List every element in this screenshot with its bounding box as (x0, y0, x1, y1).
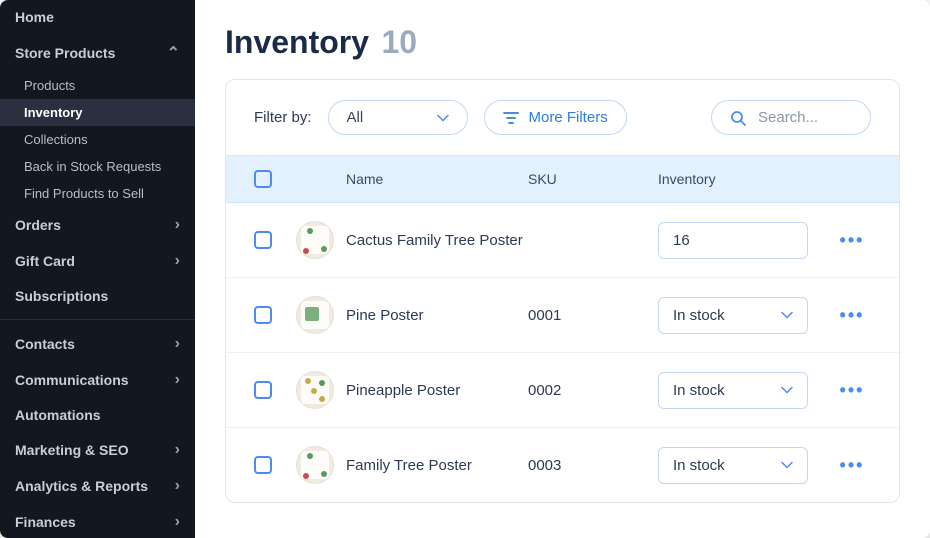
inventory-value: 16 (673, 232, 690, 249)
table-row: Cactus Family Tree Poster 16 ••• (226, 203, 899, 278)
chevron-down-icon (437, 114, 449, 122)
nav-automations[interactable]: Automations (0, 398, 195, 432)
row-actions-button[interactable]: ••• (833, 305, 871, 326)
nav-sub-back-in-stock[interactable]: Back in Stock Requests (0, 153, 195, 180)
inventory-value: In stock (673, 457, 725, 474)
search-field[interactable] (711, 100, 871, 135)
search-input[interactable] (758, 109, 852, 126)
row-actions-button[interactable]: ••• (833, 455, 871, 476)
chevron-right-icon: › (175, 513, 180, 531)
chevron-down-icon (781, 386, 793, 394)
more-filters-label: More Filters (529, 109, 608, 126)
nav-label: Gift Card (15, 253, 75, 269)
nav-label: Marketing & SEO (15, 442, 129, 458)
divider (0, 319, 195, 320)
inventory-select[interactable]: In stock (658, 372, 808, 409)
chevron-right-icon: › (175, 441, 180, 459)
product-sku: 0002 (528, 382, 658, 399)
nav-label: Analytics & Reports (15, 478, 148, 494)
product-sku: 0003 (528, 457, 658, 474)
chevron-right-icon: › (175, 371, 180, 389)
inventory-value: In stock (673, 382, 725, 399)
nav-analytics-reports[interactable]: Analytics & Reports › (0, 468, 195, 504)
nav-label: Store Products (15, 45, 115, 61)
nav-marketing-seo[interactable]: Marketing & SEO › (0, 432, 195, 468)
row-checkbox[interactable] (254, 456, 272, 474)
nav-label: Home (15, 9, 54, 25)
chevron-down-icon (781, 311, 793, 319)
inventory-input[interactable]: 16 (658, 222, 808, 259)
nav-sub-products[interactable]: Products (0, 72, 195, 99)
select-all-checkbox[interactable] (254, 170, 272, 188)
nav-label: Orders (15, 217, 61, 233)
inventory-select[interactable]: In stock (658, 297, 808, 334)
search-icon (730, 110, 746, 126)
product-thumbnail (296, 221, 334, 259)
chevron-right-icon: › (175, 216, 180, 234)
row-checkbox[interactable] (254, 306, 272, 324)
inventory-select[interactable]: In stock (658, 447, 808, 484)
filter-bar: Filter by: All More Filters (226, 80, 899, 155)
chevron-right-icon: › (175, 477, 180, 495)
table-row: Pineapple Poster 0002 In stock ••• (226, 353, 899, 428)
nav-sub-collections[interactable]: Collections (0, 126, 195, 153)
product-thumbnail (296, 296, 334, 334)
product-thumbnail (296, 446, 334, 484)
nav-contacts[interactable]: Contacts › (0, 326, 195, 362)
nav-subscriptions[interactable]: Subscriptions (0, 279, 195, 313)
nav-label: Finances (15, 514, 76, 530)
row-actions-button[interactable]: ••• (833, 230, 871, 251)
nav-sub-inventory[interactable]: Inventory (0, 99, 195, 126)
filter-select-value: All (347, 109, 364, 126)
product-name: Pineapple Poster (346, 382, 528, 399)
product-name: Family Tree Poster (346, 457, 528, 474)
table-row: Pine Poster 0001 In stock ••• (226, 278, 899, 353)
page-count: 10 (381, 24, 417, 60)
nav-sub-find-products[interactable]: Find Products to Sell (0, 180, 195, 207)
table-header: Name SKU Inventory (226, 155, 899, 203)
filter-icon (503, 111, 519, 125)
nav-home[interactable]: Home (0, 0, 195, 34)
row-actions-button[interactable]: ••• (833, 380, 871, 401)
nav-store-products[interactable]: Store Products ⌃ (0, 34, 195, 72)
inventory-value: In stock (673, 307, 725, 324)
filter-select[interactable]: All (328, 100, 468, 135)
col-header-sku: SKU (528, 171, 658, 187)
page-header: Inventory 10 (195, 0, 930, 79)
nav-communications[interactable]: Communications › (0, 362, 195, 398)
page-title: Inventory (225, 24, 369, 60)
nav-label: Subscriptions (15, 288, 108, 304)
product-name: Cactus Family Tree Poster (346, 232, 528, 249)
col-header-inventory: Inventory (658, 171, 833, 187)
nav-gift-card[interactable]: Gift Card › (0, 243, 195, 279)
chevron-up-icon: ⌃ (167, 43, 180, 63)
app-shell: Home Store Products ⌃ Products Inventory … (0, 0, 930, 538)
col-header-name: Name (346, 171, 528, 187)
nav-finances[interactable]: Finances › (0, 504, 195, 538)
nav-label: Contacts (15, 336, 75, 352)
chevron-down-icon (781, 461, 793, 469)
more-filters-button[interactable]: More Filters (484, 100, 627, 135)
main-content: Inventory 10 Filter by: All More Filters (195, 0, 930, 538)
chevron-right-icon: › (175, 335, 180, 353)
nav-orders[interactable]: Orders › (0, 207, 195, 243)
nav-label: Automations (15, 407, 101, 423)
inventory-panel: Filter by: All More Filters (225, 79, 900, 503)
table-row: Family Tree Poster 0003 In stock ••• (226, 428, 899, 502)
row-checkbox[interactable] (254, 231, 272, 249)
nav-label: Communications (15, 372, 129, 388)
product-sku: 0001 (528, 307, 658, 324)
chevron-right-icon: › (175, 252, 180, 270)
product-thumbnail (296, 371, 334, 409)
filter-label: Filter by: (254, 109, 312, 126)
product-name: Pine Poster (346, 307, 528, 324)
sidebar: Home Store Products⌃ Products Inventory … (0, 0, 195, 538)
row-checkbox[interactable] (254, 381, 272, 399)
